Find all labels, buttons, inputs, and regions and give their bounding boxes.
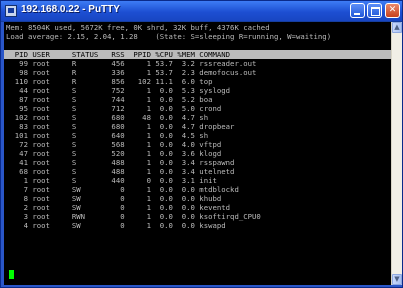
minimize-button[interactable]: [350, 3, 365, 18]
process-row: 68 root S 488 1 0.0 3.4 utelnetd: [6, 167, 235, 176]
process-table-header: PID USER STATUS RSS PPID %CPU %MEM COMMA…: [4, 50, 391, 59]
process-row: 87 root S 744 1 0.0 5.2 boa: [6, 95, 213, 104]
process-table-header-text: PID USER STATUS RSS PPID %CPU %MEM COMMA…: [6, 50, 231, 59]
process-row: 1 root S 440 0 0.0 3.1 init: [6, 176, 217, 185]
title-bar[interactable]: 192.168.0.22 - PuTTY ✕: [1, 1, 402, 22]
process-row: 4 root SW 0 1 0.0 0.0 kswapd: [6, 221, 226, 230]
process-row: 7 root SW 0 1 0.0 0.0 mtdblockd: [6, 185, 239, 194]
memory-summary-line: Mem: 8504K used, 5672K free, 0K shrd, 32…: [6, 23, 270, 32]
process-row: 99 root R 456 1 53.7 3.2 rssreader.out: [6, 59, 257, 68]
process-row: 2 root SW 0 1 0.0 0.0 keventd: [6, 203, 231, 212]
process-row: 47 root S 520 1 0.0 3.6 klogd: [6, 149, 222, 158]
putty-terminal-icon[interactable]: [5, 5, 17, 17]
process-row: 8 root SW 0 1 0.0 0.0 khubd: [6, 194, 222, 203]
close-button[interactable]: ✕: [385, 3, 400, 18]
process-row: 3 root RWN 0 1 0.0 0.0 ksoftirqd_CPU0: [6, 212, 261, 221]
terminal-screen[interactable]: Mem: 8504K used, 5672K free, 0K shrd, 32…: [4, 22, 391, 285]
process-row: 95 root S 712 1 0.0 5.0 crond: [6, 104, 222, 113]
vertical-scrollbar[interactable]: ▲ ▼: [391, 22, 402, 285]
process-row: 44 root S 752 1 0.0 5.3 syslogd: [6, 86, 231, 95]
maximize-button[interactable]: [367, 3, 382, 18]
window-title: 192.168.0.22 - PuTTY: [21, 4, 120, 15]
scroll-down-arrow-icon[interactable]: ▼: [392, 274, 402, 285]
process-row: 98 root R 336 1 53.7 2.3 demofocus.out: [6, 68, 257, 77]
load-average-line: Load average: 2.15, 2.04, 1.28 (State: S…: [6, 32, 332, 41]
terminal-cursor: [9, 270, 14, 279]
scroll-up-arrow-icon[interactable]: ▲: [392, 22, 402, 33]
process-row: 72 root S 568 1 0.0 4.0 vftpd: [6, 140, 222, 149]
process-row: 102 root S 680 48 0.0 4.7 sh: [6, 113, 209, 122]
process-row: 83 root S 680 1 0.0 4.7 dropbear: [6, 122, 235, 131]
process-row: 101 root S 640 1 0.0 4.5 sh: [6, 131, 209, 140]
process-row: 110 root R 856 102 11.1 6.0 top: [6, 77, 213, 86]
putty-window: 192.168.0.22 - PuTTY ✕ Mem: 8504K used, …: [0, 0, 403, 288]
process-row: 41 root S 488 1 0.0 3.4 rsspawnd: [6, 158, 235, 167]
